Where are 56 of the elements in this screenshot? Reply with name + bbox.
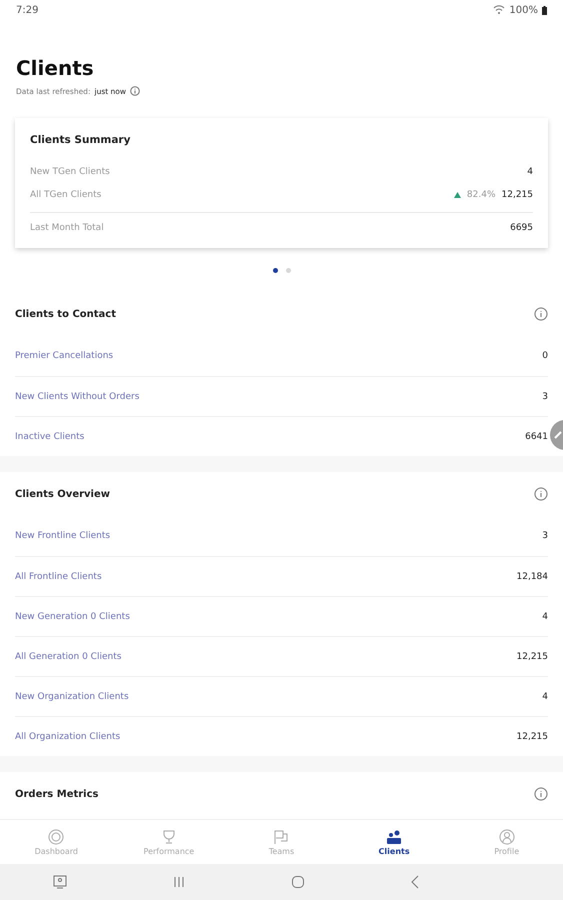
metric-link[interactable]: All Frontline Clients — [15, 572, 102, 582]
up-triangle-icon — [454, 192, 461, 198]
page-dot[interactable] — [286, 268, 290, 272]
metric-value: 3 — [542, 392, 548, 402]
gauge-icon — [48, 828, 64, 844]
metric-value: 0 — [542, 351, 548, 361]
people-icon — [386, 828, 402, 844]
info-icon[interactable] — [534, 307, 548, 321]
battery-percent: 100% — [509, 4, 538, 16]
home-icon[interactable] — [291, 875, 306, 889]
metric-value: 6641 — [525, 432, 548, 442]
info-icon[interactable] — [534, 487, 548, 501]
metric-value: 12,215 — [502, 190, 533, 200]
nav-tab[interactable]: Dashboard — [0, 820, 113, 864]
info-icon[interactable] — [130, 86, 140, 96]
metric-value: 12,215 — [516, 732, 548, 742]
recent-apps-icon[interactable] — [172, 876, 186, 888]
nav-tab[interactable]: Teams — [225, 820, 338, 864]
metric-link[interactable]: Premier Cancellations — [15, 351, 114, 361]
metric-label: Last Month Total — [30, 222, 104, 232]
page-title: Clients — [16, 56, 95, 80]
battery-icon — [542, 6, 547, 14]
metric-value: 4 — [542, 612, 548, 622]
metric-value: 12,215 — [516, 652, 548, 662]
nav-tab[interactable]: Profile — [450, 820, 563, 864]
metric-value: 6695 — [510, 222, 533, 232]
metric-value: 4 — [542, 692, 548, 702]
nav-tab[interactable]: Clients — [338, 820, 450, 864]
metric-label: All TGen Clients — [30, 190, 102, 200]
metric-link[interactable]: New Generation 0 Clients — [15, 612, 130, 622]
section-title: Clients Overview — [15, 488, 110, 500]
nav-tab[interactable]: Performance — [112, 820, 226, 864]
metric-link[interactable]: All Organization Clients — [15, 732, 120, 742]
info-icon[interactable] — [534, 787, 548, 801]
trophy-icon — [160, 828, 177, 844]
metric-value: 3 — [542, 531, 548, 541]
pencil-icon — [554, 431, 562, 439]
metric-label: New TGen Clients — [30, 166, 110, 176]
wifi-icon — [493, 5, 506, 15]
metric-value: 12,184 — [516, 572, 548, 582]
change-percent: 82.4% — [466, 190, 496, 200]
metric-value: 4 — [527, 166, 533, 176]
card-title: Clients Summary — [30, 134, 132, 146]
screenshot-icon[interactable] — [52, 875, 67, 889]
metric-link[interactable]: New Organization Clients — [15, 692, 129, 702]
flags-icon — [273, 828, 290, 844]
metric-link[interactable]: Inactive Clients — [15, 432, 84, 442]
back-icon[interactable] — [410, 875, 420, 889]
profile-icon — [498, 828, 515, 844]
metric-link[interactable]: New Frontline Clients — [15, 531, 110, 541]
metric-link[interactable]: All Generation 0 Clients — [15, 652, 122, 662]
page-dot[interactable] — [272, 268, 278, 272]
clock: 7:29 — [16, 4, 38, 16]
metric-link[interactable]: New Clients Without Orders — [15, 392, 140, 402]
section-title: Clients to Contact — [15, 308, 116, 320]
section-title: Orders Metrics — [15, 788, 98, 800]
